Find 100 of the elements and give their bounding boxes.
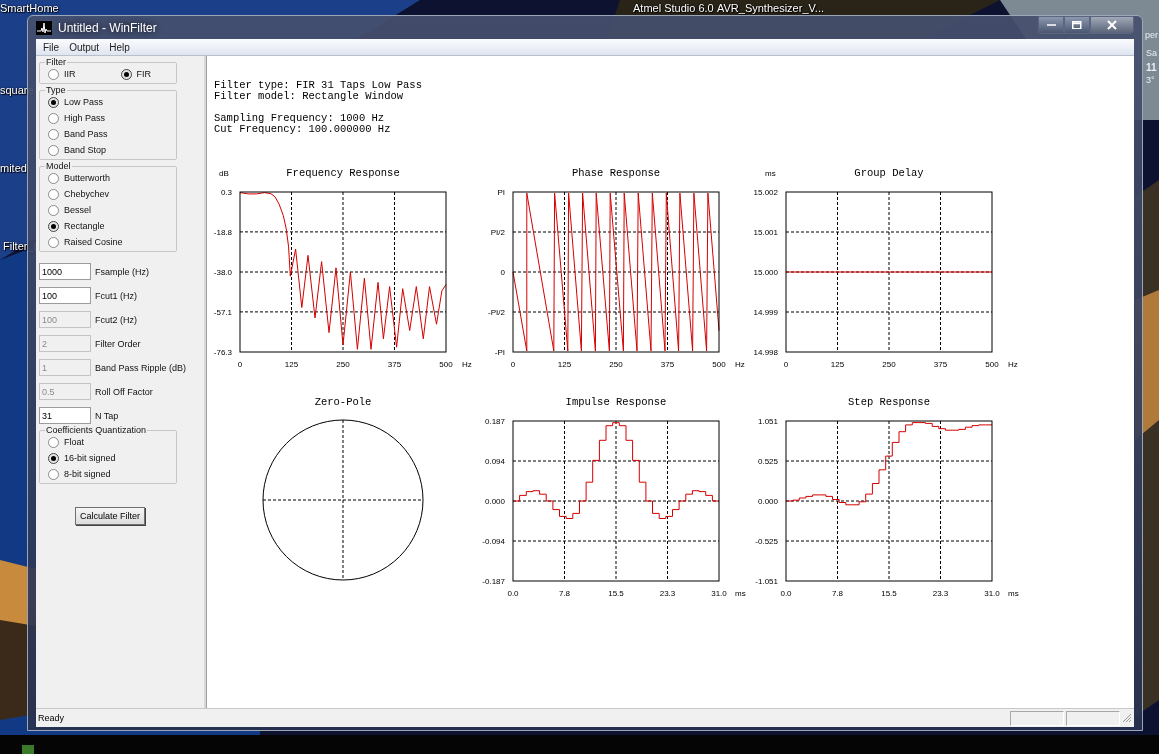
radio-button[interactable] xyxy=(48,144,59,156)
axis-tick-label: 375 xyxy=(933,360,948,369)
menu-item[interactable]: Output xyxy=(64,41,105,53)
group-title: Coefficients Quantization xyxy=(45,425,147,436)
status-text: Ready xyxy=(38,713,65,723)
axis-tick-label: 15.5 xyxy=(881,589,897,598)
axis-tick-label: 31.0 xyxy=(711,589,727,598)
field-label: Fcut1 (Hz) xyxy=(95,290,137,301)
axis-tick-label: 375 xyxy=(387,360,402,369)
waveform-icon xyxy=(36,20,52,35)
axis-tick-label: 31.0 xyxy=(984,589,1000,598)
desktop-icon-label[interactable]: mited xyxy=(0,162,27,174)
axis-tick-label: 250 xyxy=(609,360,623,369)
radio-button[interactable] xyxy=(48,468,59,480)
radio-button[interactable] xyxy=(48,112,59,124)
group-title: Type xyxy=(45,85,67,96)
axis-tick-label: 250 xyxy=(336,360,350,369)
radio-label[interactable]: Rectangle xyxy=(64,221,105,231)
radio-label[interactable]: High Pass xyxy=(64,113,106,123)
radio-button[interactable] xyxy=(48,236,59,248)
radio-button[interactable] xyxy=(48,436,59,448)
radio-label[interactable]: Low Pass xyxy=(64,97,104,107)
radio-label[interactable]: Butterworth xyxy=(64,173,111,183)
radio-button[interactable] xyxy=(48,172,59,184)
radio-label[interactable]: Chebychev xyxy=(64,189,110,199)
radio-button[interactable] xyxy=(48,128,59,140)
axis-tick-label: 15.5 xyxy=(608,589,624,598)
axis-tick-label: 500 xyxy=(712,360,726,369)
radio-button[interactable] xyxy=(48,68,59,80)
minimize-button[interactable] xyxy=(1038,16,1064,34)
input-field[interactable]: 31 xyxy=(39,407,91,424)
axis-tick-label: 0 xyxy=(500,268,505,277)
axis-tick-label: 375 xyxy=(660,360,675,369)
axis-tick-label: 0.094 xyxy=(484,457,505,466)
axis-tick-label: 0 xyxy=(783,360,789,369)
chart-title: Phase Response xyxy=(571,167,661,179)
desktop-icon-label[interactable]: Atmel Studio 6.0 xyxy=(633,2,714,14)
radio-label[interactable]: Bessel xyxy=(64,205,91,215)
axis-tick-label: 14.999 xyxy=(753,308,778,317)
minimize-icon xyxy=(1046,24,1056,26)
radio-button[interactable] xyxy=(48,204,59,216)
axis-tick-label: -PI xyxy=(494,348,505,357)
axis-tick-label: 15.001 xyxy=(753,228,778,237)
axis-unit-label: Hz xyxy=(462,360,472,369)
radio-label[interactable]: 8-bit signed xyxy=(64,469,111,479)
axis-tick-label: 23.3 xyxy=(932,589,949,598)
desktop-icon-label[interactable]: AVR_Synthesizer_V... xyxy=(717,2,824,14)
axis-tick-label: -18.8 xyxy=(213,227,232,237)
axis-unit-label: ms xyxy=(765,169,776,178)
axis-tick-label: PI/2 xyxy=(490,228,505,237)
menu-item[interactable]: File xyxy=(38,41,65,53)
axis-tick-label: 0.3 xyxy=(220,188,232,197)
desktop-icon-label[interactable]: SmartHome xyxy=(0,2,59,14)
radio-button[interactable] xyxy=(48,96,59,108)
axis-tick-label: -76.3 xyxy=(213,348,232,357)
radio-button[interactable] xyxy=(48,220,59,232)
axis-tick-label: 7.8 xyxy=(831,589,844,598)
axis-tick-label: 15.002 xyxy=(753,188,778,197)
close-icon xyxy=(1107,20,1117,30)
axis-tick-label: -1.051 xyxy=(755,577,778,586)
axis-tick-label: -0.525 xyxy=(755,537,778,546)
axis-tick-label: 7.8 xyxy=(558,589,571,598)
field-label: Fcut2 (Hz) xyxy=(95,314,137,325)
chart-title: Step Response xyxy=(848,396,930,408)
axis-tick-label: 125 xyxy=(284,360,299,369)
radio-label[interactable]: Band Stop xyxy=(64,145,107,155)
report-text: Filter type: FIR 31 Taps Low Pass xyxy=(214,80,423,91)
axis-tick-label: 0 xyxy=(510,360,516,369)
axis-tick-label: -0.094 xyxy=(482,537,505,546)
radio-label[interactable]: 16-bit signed xyxy=(64,453,116,463)
input-field[interactable]: 100 xyxy=(39,287,91,304)
radio-label[interactable]: Raised Cosine xyxy=(64,237,123,247)
field-label: Roll Off Factor xyxy=(95,386,153,397)
maximize-icon xyxy=(1072,20,1082,30)
maximize-button[interactable] xyxy=(1064,16,1090,34)
report-text: Sampling Frequency: 1000 Hz xyxy=(214,113,386,124)
report-text: Cut Frequency: 100.000000 Hz xyxy=(214,124,392,135)
radio-label[interactable]: FIR xyxy=(136,69,151,79)
radio-button[interactable] xyxy=(120,68,132,80)
group-title: Model xyxy=(45,161,72,172)
axis-tick-label: 125 xyxy=(557,360,572,369)
radio-label[interactable]: Float xyxy=(64,437,84,447)
input-field[interactable]: 1000 xyxy=(39,263,91,280)
weather-gadget-text: per xyxy=(1145,30,1158,40)
radio-button[interactable] xyxy=(48,452,59,464)
axis-tick-label: 500 xyxy=(439,360,453,369)
menu-item[interactable]: Help xyxy=(104,41,135,53)
axis-tick-label: 15.000 xyxy=(753,268,778,277)
axis-tick-label: -PI/2 xyxy=(488,308,505,317)
calculate-button[interactable]: Calculate Filter xyxy=(75,507,146,525)
radio-label[interactable]: IIR xyxy=(64,69,76,79)
weather-gadget-text: 11 xyxy=(1146,62,1157,73)
radio-button[interactable] xyxy=(48,188,59,200)
status-pane xyxy=(1066,710,1120,726)
axis-tick-label: 0 xyxy=(237,360,243,369)
close-button[interactable] xyxy=(1090,16,1134,34)
radio-label[interactable]: Band Pass xyxy=(64,129,108,139)
axis-tick-label: 1.051 xyxy=(757,417,778,426)
axis-tick-label: 23.3 xyxy=(659,589,676,598)
axis-tick-label: 0.187 xyxy=(484,417,505,426)
